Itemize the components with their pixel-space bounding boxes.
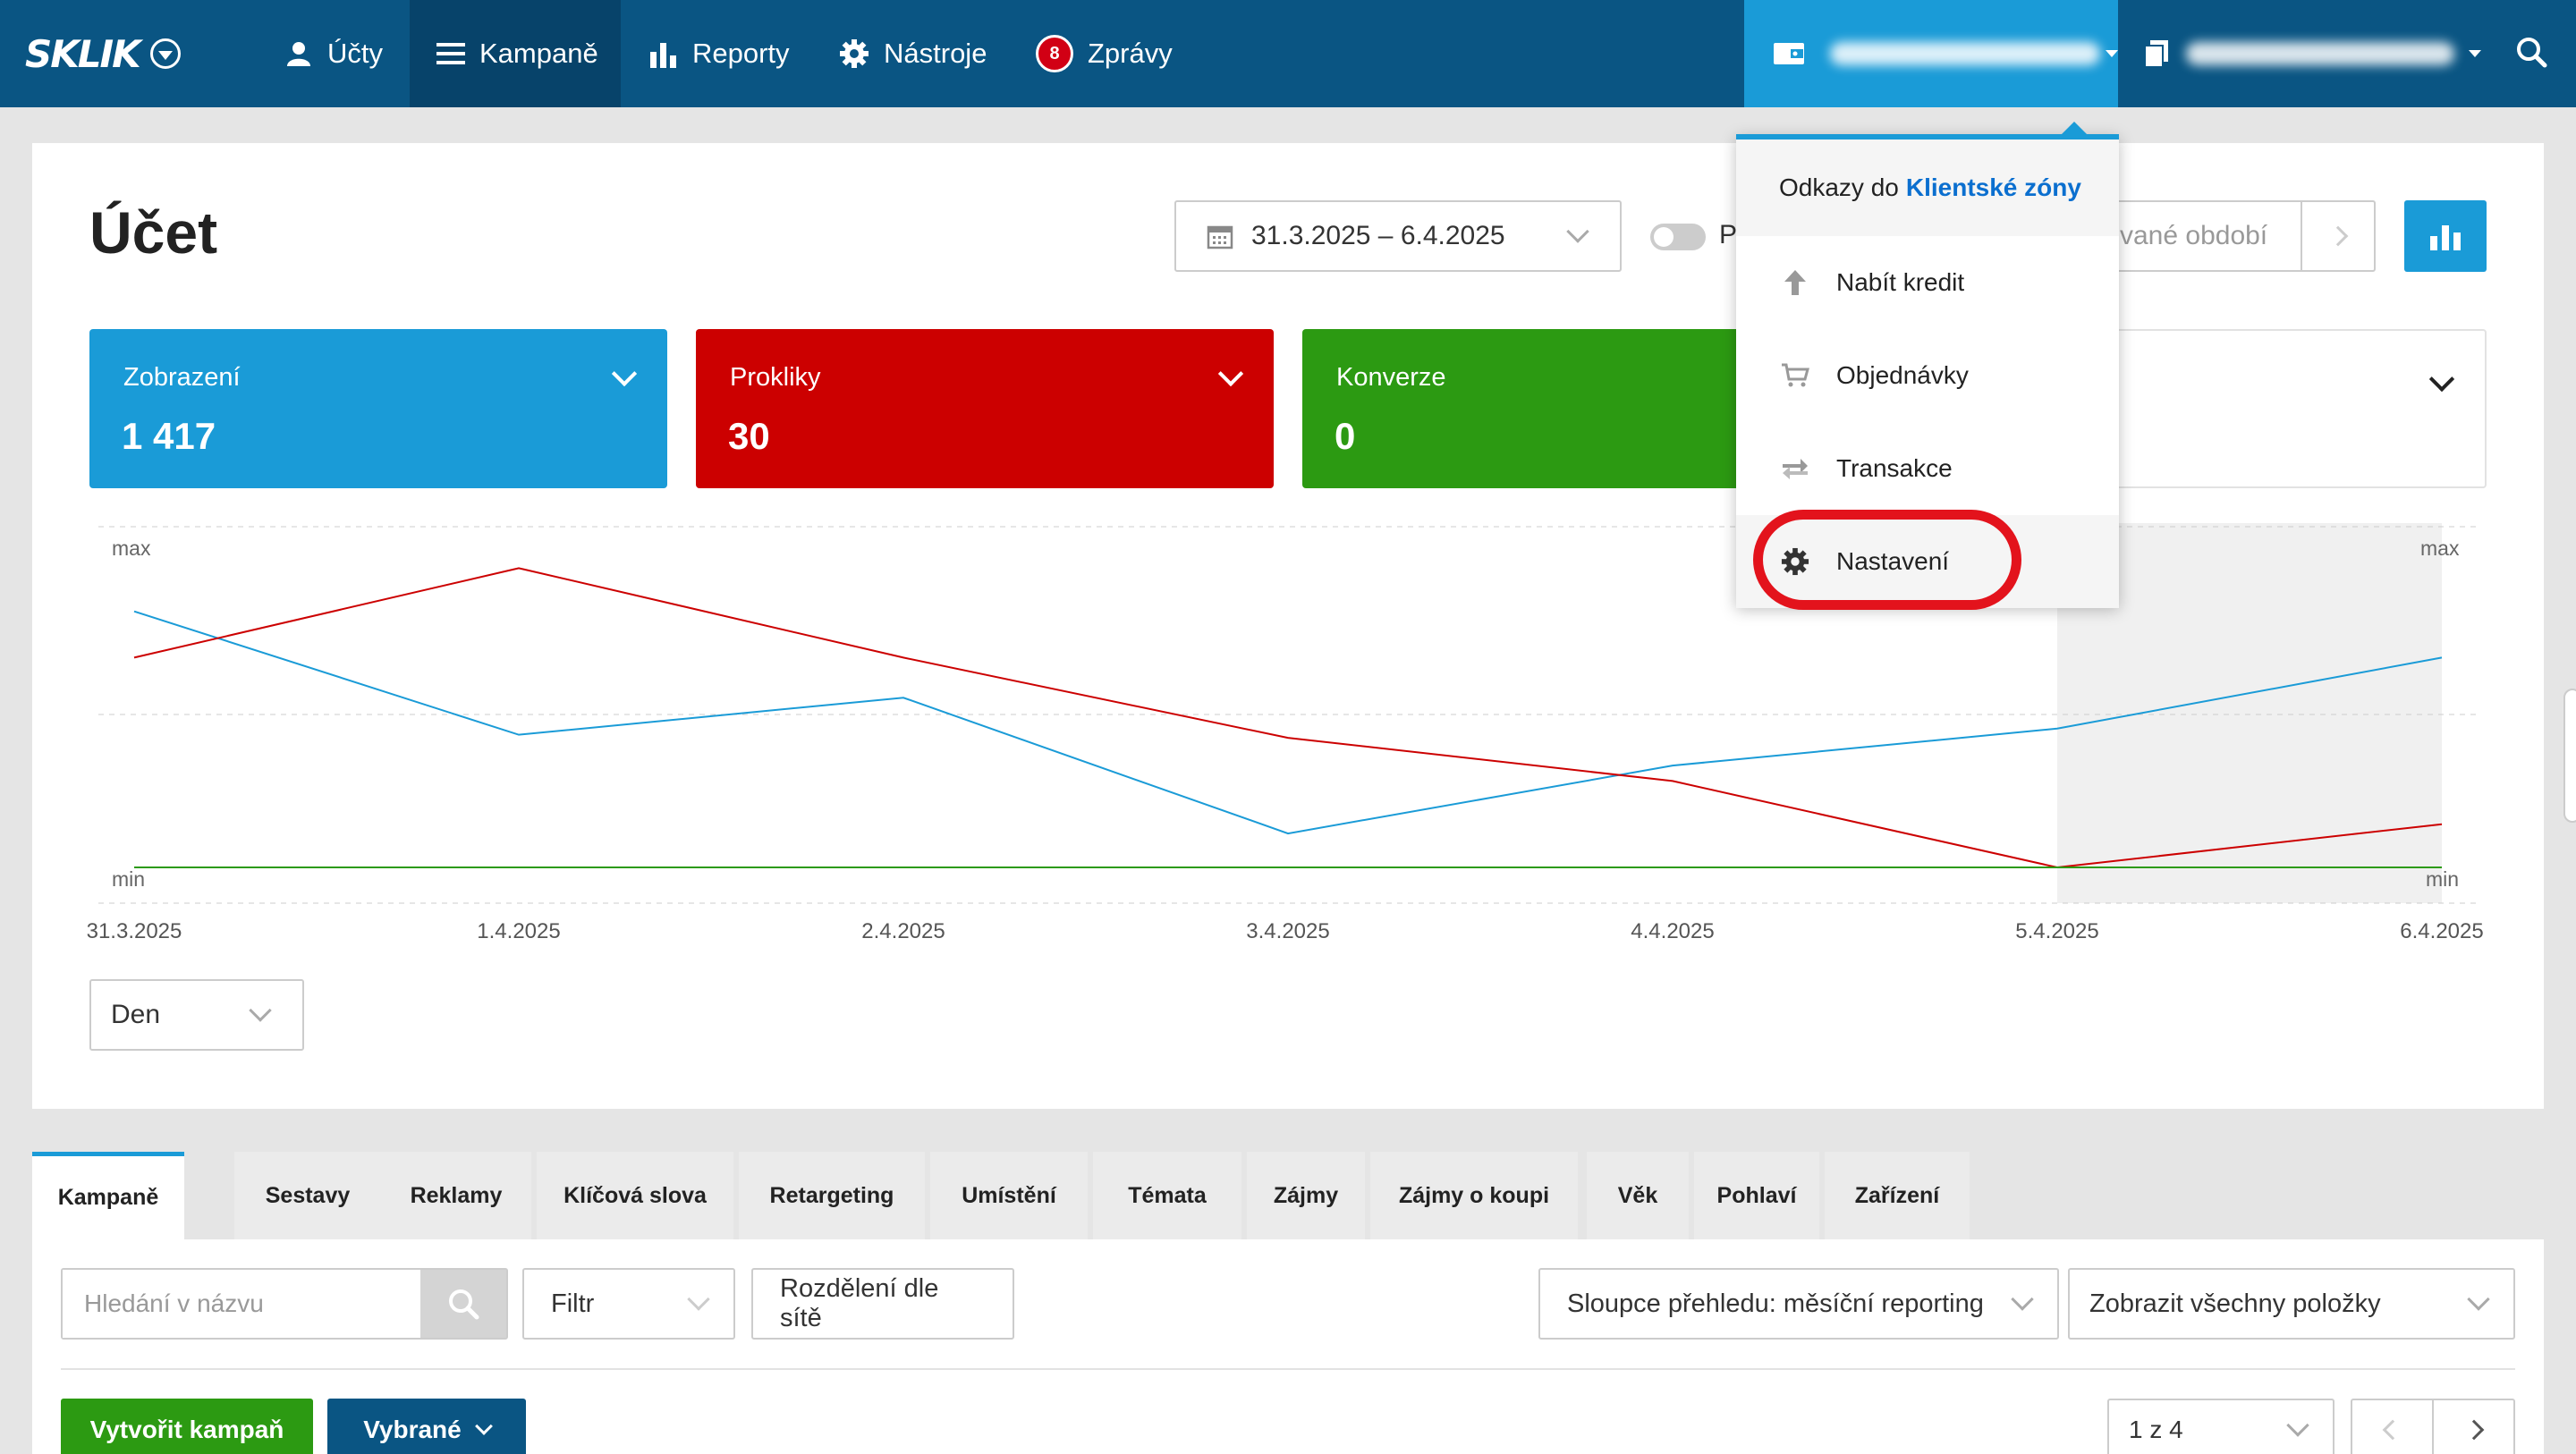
x-axis-tick-label: 5.4.2025 xyxy=(2015,919,2099,943)
transfer-icon xyxy=(1779,456,1811,481)
page-title: Účet xyxy=(89,199,218,266)
tab-zájmy-o-koupi[interactable]: Zájmy o koupi xyxy=(1370,1152,1578,1239)
page-select[interactable]: 1 z 4 xyxy=(2107,1399,2334,1454)
performance-line-chart xyxy=(98,523,2476,904)
chevron-right-icon[interactable] xyxy=(2301,202,2374,270)
account-switcher[interactable] xyxy=(1744,0,2118,107)
next-page-button[interactable] xyxy=(2432,1400,2513,1454)
chart-toggle-button[interactable] xyxy=(2404,200,2487,272)
compare-toggle-label: P xyxy=(1719,220,1738,249)
chevron-down-icon xyxy=(2467,1288,2490,1311)
caret-down-icon xyxy=(2469,50,2481,57)
x-axis-tick-label: 1.4.2025 xyxy=(477,919,561,943)
highlight-annotation-ring xyxy=(1753,510,2021,610)
menu-header: Odkazy do Klientské zóny xyxy=(1736,139,2119,236)
sklik-logo[interactable]: SKLIK xyxy=(25,25,181,82)
toolbar-divider xyxy=(61,1368,2515,1370)
top-navigation: SKLIK Účty Kampaně Reporty Nástroje 8 Zp… xyxy=(0,0,2576,107)
menu-item-transakce[interactable]: Transakce xyxy=(1736,422,2119,515)
y-label-max-right: max xyxy=(2420,537,2460,560)
tab-umístění[interactable]: Umístění xyxy=(930,1152,1088,1239)
tab-kampaně[interactable]: Kampaně xyxy=(32,1152,184,1239)
x-axis-tick-label: 2.4.2025 xyxy=(861,919,945,943)
chevron-down-icon xyxy=(2011,1288,2034,1311)
tab-retargeting[interactable]: Retargeting xyxy=(739,1152,925,1239)
nav-item-nastroje[interactable]: Nástroje xyxy=(812,0,1013,107)
logo-dropdown-icon[interactable] xyxy=(149,38,181,69)
chevron-down-icon xyxy=(2286,1414,2309,1437)
nav-item-ucty[interactable]: Účty xyxy=(258,0,410,107)
metric-tile-prokliky[interactable]: Prokliky 30 xyxy=(696,329,1274,488)
calendar-icon xyxy=(1207,223,1233,249)
tab-zájmy[interactable]: Zájmy xyxy=(1247,1152,1365,1239)
y-label-min-left: min xyxy=(112,867,146,891)
gear-icon xyxy=(839,38,869,69)
menu-item-objednavky[interactable]: Objednávky xyxy=(1736,329,2119,422)
x-axis-tick-label: 4.4.2025 xyxy=(1631,919,1715,943)
side-panel-handle[interactable] xyxy=(2563,689,2576,823)
tab-sestavy[interactable]: Sestavy xyxy=(234,1152,381,1239)
search-input[interactable] xyxy=(63,1270,420,1338)
nav-item-reporty[interactable]: Reporty xyxy=(623,0,817,107)
tab-reklamy[interactable]: Reklamy xyxy=(381,1152,531,1239)
menu-item-nabit-kredit[interactable]: Nabít kredit xyxy=(1736,236,2119,329)
nav-item-kampane[interactable]: Kampaně xyxy=(410,0,621,107)
y-label-max-left: max xyxy=(112,537,151,560)
menu-icon xyxy=(436,41,465,66)
chevron-down-icon xyxy=(1566,220,1589,243)
granularity-select[interactable]: Den xyxy=(89,979,304,1051)
client-zone-link[interactable]: Klientské zóny xyxy=(1906,173,2081,202)
user-icon xyxy=(284,40,313,67)
chevron-down-icon xyxy=(249,999,272,1022)
cart-icon xyxy=(1779,363,1811,388)
account-name-blurred xyxy=(1830,42,2100,65)
x-axis-tick-label: 6.4.2025 xyxy=(2400,919,2484,943)
selected-actions-button[interactable]: Vybrané xyxy=(327,1399,526,1454)
chevron-down-icon xyxy=(474,1417,493,1435)
x-axis-tick-label: 3.4.2025 xyxy=(1246,919,1330,943)
chevron-down-icon[interactable] xyxy=(611,360,638,387)
tab-zařízení[interactable]: Zařízení xyxy=(1825,1152,1970,1239)
tab-témata[interactable]: Témata xyxy=(1093,1152,1241,1239)
date-range-picker[interactable]: 31.3.2025 – 6.4.2025 xyxy=(1174,200,1622,272)
client-name-blurred xyxy=(2186,42,2454,65)
arrow-up-icon xyxy=(1779,269,1811,296)
pagination-nav xyxy=(2351,1399,2515,1454)
tab-pohlaví[interactable]: Pohlaví xyxy=(1694,1152,1819,1239)
filter-select[interactable]: Filtr xyxy=(522,1268,735,1340)
compare-toggle[interactable] xyxy=(1650,224,1706,250)
bar-chart-icon xyxy=(649,39,678,68)
caret-down-icon xyxy=(2106,50,2118,57)
create-campaign-button[interactable]: Vytvořit kampaň xyxy=(61,1399,313,1454)
wallet-icon xyxy=(1773,42,1805,65)
chevron-down-icon xyxy=(687,1288,710,1311)
metric-tile-zobrazeni[interactable]: Zobrazení 1 417 xyxy=(89,329,667,488)
y-label-min-right: min xyxy=(2426,867,2460,891)
columns-select[interactable]: Sloupce přehledu: měsíční reporting xyxy=(1538,1268,2059,1340)
message-badge-icon: 8 xyxy=(1036,35,1073,72)
copy-icon xyxy=(2143,39,2170,68)
search-field[interactable] xyxy=(61,1268,508,1340)
search-button[interactable] xyxy=(420,1270,506,1338)
search-icon xyxy=(449,1289,479,1320)
client-switcher[interactable] xyxy=(2143,0,2501,107)
chevron-down-icon[interactable] xyxy=(2428,366,2455,393)
tab-klíčová-slova[interactable]: Klíčová slova xyxy=(537,1152,733,1239)
network-split-button[interactable]: Rozdělení dle sítě xyxy=(751,1268,1014,1340)
tab-věk[interactable]: Věk xyxy=(1587,1152,1689,1239)
compare-period-select[interactable]: vané období xyxy=(2093,200,2376,272)
x-axis-tick-label: 31.3.2025 xyxy=(86,919,182,943)
chevron-down-icon[interactable] xyxy=(1217,360,1244,387)
search-icon[interactable] xyxy=(2515,36,2547,72)
nav-item-zpravy[interactable]: 8 Zprávy xyxy=(1009,0,1199,107)
prev-page-button[interactable] xyxy=(2352,1400,2432,1454)
show-items-select[interactable]: Zobrazit všechny položky xyxy=(2068,1268,2515,1340)
